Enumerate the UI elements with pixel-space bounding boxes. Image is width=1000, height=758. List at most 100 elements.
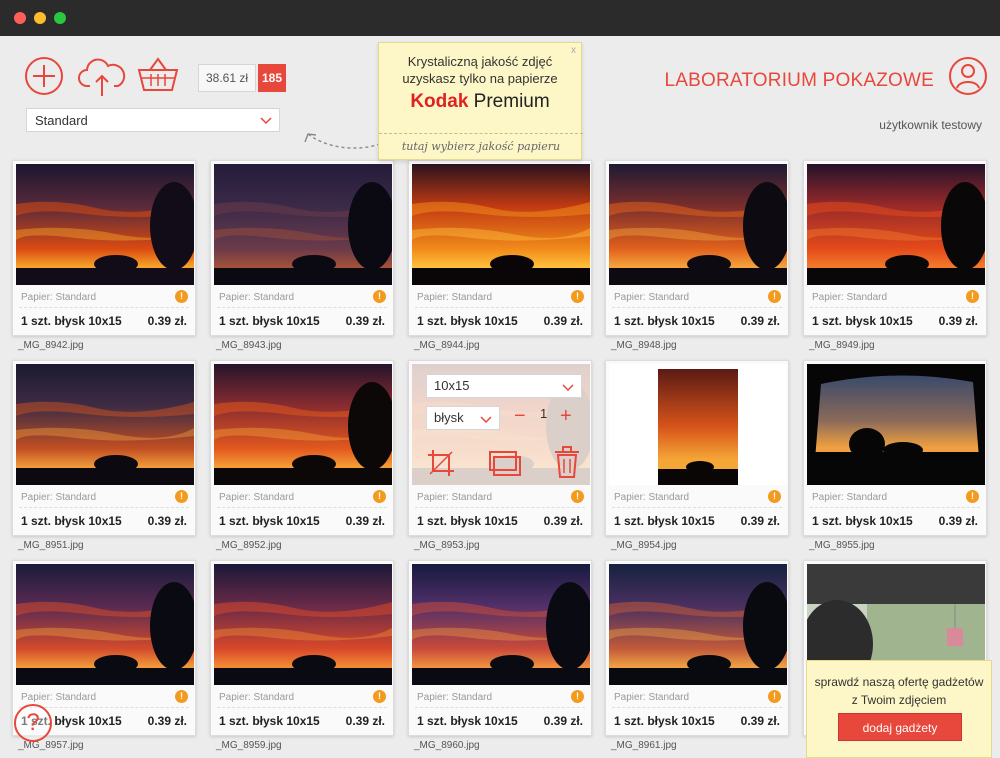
photo-thumbnail[interactable] <box>214 564 392 685</box>
print-price: 0.39 zł. <box>543 314 583 328</box>
print-price: 0.39 zł. <box>740 714 780 728</box>
photo-card[interactable]: Papier: Standard! 1 szt. błysk 10x15 0.39 … <box>605 360 789 536</box>
photo-thumbnail[interactable] <box>214 364 392 485</box>
photo-card[interactable]: Papier: Standard! 1 szt. błysk 10x15 0.39 … <box>408 560 592 736</box>
print-description: 1 szt. błysk 10x15 <box>614 514 715 528</box>
photo-thumbnail-image <box>807 375 985 485</box>
card-divider <box>217 307 387 308</box>
brand-sub: Premium <box>473 91 550 112</box>
print-price: 0.39 zł. <box>543 514 583 528</box>
photo-card[interactable]: Papier: Standard! 1 szt. błysk 10x15 0.39 … <box>408 360 592 536</box>
quality-warning-icon[interactable]: ! <box>571 290 584 303</box>
paper-quality-select[interactable]: Standard <box>26 108 280 132</box>
photo-thumbnail[interactable] <box>16 164 194 285</box>
trash-icon[interactable] <box>554 446 580 478</box>
finish-value: błysk <box>434 410 464 425</box>
photo-thumbnail-image <box>609 564 787 685</box>
print-description: 1 szt. błysk 10x15 <box>21 314 122 328</box>
photo-thumbnail-image <box>214 364 392 485</box>
quality-warning-icon[interactable]: ! <box>571 690 584 703</box>
photo-thumbnail[interactable] <box>807 364 985 485</box>
quality-warning-icon[interactable]: ! <box>768 490 781 503</box>
photo-thumbnail-image <box>807 164 985 285</box>
window-close-button[interactable] <box>14 12 26 24</box>
quality-warning-icon[interactable]: ! <box>966 290 979 303</box>
photo-thumbnail[interactable] <box>609 564 787 685</box>
photo-thumbnail-image <box>412 164 590 285</box>
photo-thumbnail[interactable] <box>807 164 985 285</box>
photo-thumbnail[interactable] <box>609 164 787 285</box>
photo-thumbnail[interactable] <box>214 164 392 285</box>
print-description: 1 szt. błysk 10x15 <box>812 514 913 528</box>
file-name: _MG_8960.jpg <box>414 740 480 751</box>
photo-thumbnail[interactable] <box>609 364 787 485</box>
basket-button[interactable] <box>136 54 180 99</box>
photo-thumbnail[interactable] <box>16 564 194 685</box>
quality-warning-icon[interactable]: ! <box>373 690 386 703</box>
quality-warning-icon[interactable]: ! <box>373 490 386 503</box>
quality-warning-icon[interactable]: ! <box>175 490 188 503</box>
promo-close-button[interactable]: x <box>571 45 576 56</box>
app-window: 38.61 zł 185 Standard LABORATORIUM POKAZ… <box>0 36 1000 758</box>
photo-card[interactable]: Papier: Standard! 1 szt. błysk 10x15 0.39 … <box>210 360 394 536</box>
quantity-decrease-button[interactable]: − <box>514 406 526 426</box>
photo-card[interactable]: Papier: Standard! 1 szt. błysk 10x15 0.39 … <box>408 160 592 336</box>
file-name: _MG_8959.jpg <box>216 740 282 751</box>
print-price: 0.39 zł. <box>938 314 978 328</box>
photo-thumbnail[interactable] <box>412 164 590 285</box>
add-photos-button[interactable] <box>24 56 64 101</box>
photo-card[interactable]: Papier: Standard! 1 szt. błysk 10x15 0.39 … <box>12 160 196 336</box>
print-description: 1 szt. błysk 10x15 <box>417 314 518 328</box>
crop-icon[interactable] <box>426 448 456 478</box>
photo-card[interactable]: Papier: Standard! 1 szt. błysk 10x15 0.39 … <box>210 560 394 736</box>
photo-card[interactable]: Papier: Standard! 1 szt. błysk 10x15 0.39 … <box>605 160 789 336</box>
print-price: 0.39 zł. <box>740 314 780 328</box>
help-button[interactable]: ? <box>14 704 52 742</box>
promo-line-1: Krystaliczną jakość zdjęć <box>407 54 553 69</box>
card-divider <box>612 307 782 308</box>
photo-card[interactable]: Papier: Standard! 1 szt. błysk 10x15 0.39 … <box>210 160 394 336</box>
photo-card[interactable]: Papier: Standard! 1 szt. błysk 10x15 0.39 … <box>803 360 987 536</box>
user-name: użytkownik testowy <box>879 118 982 132</box>
user-icon <box>949 57 987 95</box>
photo-card[interactable]: Papier: Standard! 1 szt. błysk 10x15 0.39 … <box>605 560 789 736</box>
print-size-select[interactable]: 10x15 <box>426 374 582 398</box>
quantity-increase-button[interactable]: + <box>560 406 572 426</box>
print-price: 0.39 zł. <box>345 314 385 328</box>
paper-type-label: Papier: Standard <box>21 692 97 703</box>
window-maximize-button[interactable] <box>54 12 66 24</box>
promo-hint: tutaj wybierz jakość papieru <box>379 133 583 153</box>
upload-button[interactable] <box>78 56 126 103</box>
lab-name: LABORATORIUM POKAZOWE <box>664 70 934 91</box>
paper-type-label: Papier: Standard <box>812 492 888 503</box>
photo-thumbnail[interactable] <box>16 364 194 485</box>
photo-card[interactable]: Papier: Standard! 1 szt. błysk 10x15 0.39 … <box>803 160 987 336</box>
print-description: 1 szt. błysk 10x15 <box>614 314 715 328</box>
window-minimize-button[interactable] <box>34 12 46 24</box>
file-name: _MG_8955.jpg <box>809 540 875 551</box>
photo-thumbnail-image <box>658 369 738 485</box>
quality-warning-icon[interactable]: ! <box>966 490 979 503</box>
print-description: 1 szt. błysk 10x15 <box>417 514 518 528</box>
finish-select[interactable]: błysk <box>426 406 500 430</box>
user-account-button[interactable] <box>948 56 988 101</box>
copy-icon[interactable] <box>488 448 522 478</box>
photo-thumbnail[interactable] <box>412 564 590 685</box>
print-price: 0.39 zł. <box>345 514 385 528</box>
quality-warning-icon[interactable]: ! <box>175 290 188 303</box>
photo-card[interactable]: Papier: Standard! 1 szt. błysk 10x15 0.39 … <box>12 360 196 536</box>
card-divider <box>415 507 585 508</box>
quality-warning-icon[interactable]: ! <box>571 490 584 503</box>
add-gadgets-button[interactable]: dodaj gadżety <box>838 713 962 741</box>
order-total: 38.61 zł <box>198 64 256 92</box>
promo-line-2: uzyskasz tylko na papierze <box>402 71 558 86</box>
print-price: 0.39 zł. <box>345 714 385 728</box>
paper-type-label: Papier: Standard <box>417 692 493 703</box>
print-description: 1 szt. błysk 10x15 <box>812 314 913 328</box>
quality-warning-icon[interactable]: ! <box>175 690 188 703</box>
file-name: _MG_8944.jpg <box>414 340 480 351</box>
quality-warning-icon[interactable]: ! <box>373 290 386 303</box>
quality-warning-icon[interactable]: ! <box>768 290 781 303</box>
card-divider <box>612 707 782 708</box>
quality-warning-icon[interactable]: ! <box>768 690 781 703</box>
